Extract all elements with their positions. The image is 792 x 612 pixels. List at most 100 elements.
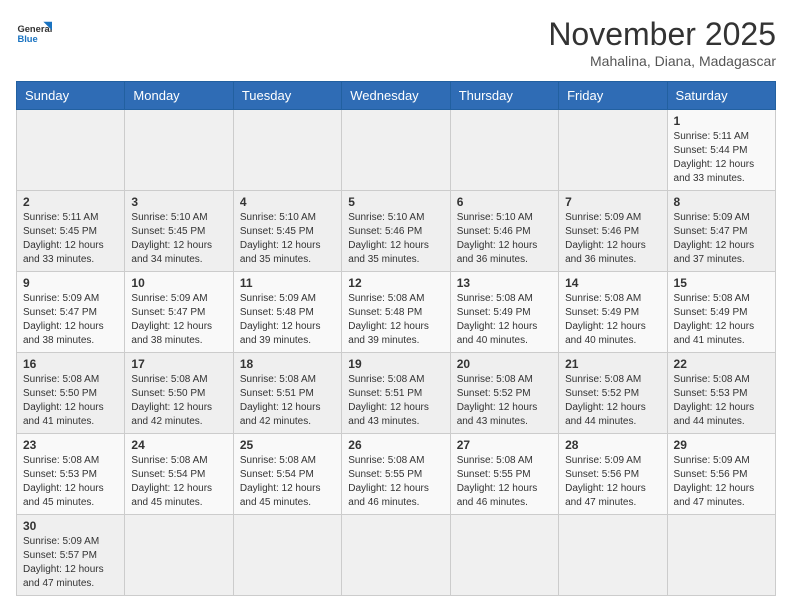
- day-number: 17: [131, 357, 226, 371]
- day-number: 26: [348, 438, 443, 452]
- weekday-header-thursday: Thursday: [450, 82, 558, 110]
- day-info: Sunrise: 5:11 AM Sunset: 5:44 PM Dayligh…: [674, 130, 769, 186]
- calendar-cell: 3Sunrise: 5:10 AM Sunset: 5:45 PM Daylig…: [125, 191, 233, 272]
- calendar-cell: [17, 110, 125, 191]
- day-info: Sunrise: 5:09 AM Sunset: 5:57 PM Dayligh…: [23, 535, 118, 591]
- calendar-cell: 28Sunrise: 5:09 AM Sunset: 5:56 PM Dayli…: [559, 434, 667, 515]
- calendar-cell: 10Sunrise: 5:09 AM Sunset: 5:47 PM Dayli…: [125, 272, 233, 353]
- day-number: 11: [240, 276, 335, 290]
- calendar-table: SundayMondayTuesdayWednesdayThursdayFrid…: [16, 81, 776, 596]
- calendar-cell: 5 Sunrise: 5:10 AM Sunset: 5:46 PM Daylig…: [342, 191, 450, 272]
- day-info: Sunrise: 5:08 AM Sunset: 5:52 PM Dayligh…: [565, 373, 660, 429]
- day-info: Sunrise: 5:08 AM Sunset: 5:53 PM Dayligh…: [23, 454, 118, 510]
- svg-text:General: General: [17, 24, 52, 34]
- calendar-cell: 26 Sunrise: 5:08 AM Sunset: 5:55 PM Dayli…: [342, 434, 450, 515]
- day-number: 25: [240, 438, 335, 452]
- day-info: Sunrise: 5:08 AM Sunset: 5:50 PM Dayligh…: [131, 373, 226, 429]
- logo-icon: General Blue: [16, 16, 52, 52]
- day-number: 5: [348, 195, 443, 209]
- day-info: Sunrise: 5:09 AM Sunset: 5:47 PM Dayligh…: [131, 292, 226, 348]
- day-info: Sunrise: 5:09 AM Sunset: 5:56 PM Dayligh…: [674, 454, 769, 510]
- day-info: Sunrise: 5:09 AM Sunset: 5:46 PM Dayligh…: [565, 211, 660, 267]
- calendar-cell: 16 Sunrise: 5:08 AM Sunset: 5:50 PM Dayli…: [17, 353, 125, 434]
- calendar-cell: 21Sunrise: 5:08 AM Sunset: 5:52 PM Dayli…: [559, 353, 667, 434]
- calendar-cell: 1 Sunrise: 5:11 AM Sunset: 5:44 PM Daylig…: [667, 110, 775, 191]
- calendar-cell: [450, 515, 558, 596]
- calendar-cell: [450, 110, 558, 191]
- day-number: 30: [23, 519, 118, 533]
- weekday-header-row: SundayMondayTuesdayWednesdayThursdayFrid…: [17, 82, 776, 110]
- calendar-week-row: 9 Sunrise: 5:09 AM Sunset: 5:47 PM Daylig…: [17, 272, 776, 353]
- calendar-cell: 12Sunrise: 5:08 AM Sunset: 5:48 PM Dayli…: [342, 272, 450, 353]
- day-info: Sunrise: 5:10 AM Sunset: 5:45 PM Dayligh…: [131, 211, 226, 267]
- weekday-header-friday: Friday: [559, 82, 667, 110]
- day-info: Sunrise: 5:08 AM Sunset: 5:49 PM Dayligh…: [674, 292, 769, 348]
- day-info: Sunrise: 5:10 AM Sunset: 5:46 PM Dayligh…: [348, 211, 443, 267]
- day-number: 29: [674, 438, 769, 452]
- day-number: 12: [348, 276, 443, 290]
- calendar-cell: [667, 515, 775, 596]
- calendar-cell: [233, 110, 341, 191]
- calendar-cell: 15Sunrise: 5:08 AM Sunset: 5:49 PM Dayli…: [667, 272, 775, 353]
- weekday-header-tuesday: Tuesday: [233, 82, 341, 110]
- day-info: Sunrise: 5:08 AM Sunset: 5:51 PM Dayligh…: [348, 373, 443, 429]
- calendar-cell: 25Sunrise: 5:08 AM Sunset: 5:54 PM Dayli…: [233, 434, 341, 515]
- day-info: Sunrise: 5:08 AM Sunset: 5:49 PM Dayligh…: [457, 292, 552, 348]
- calendar-cell: 30 Sunrise: 5:09 AM Sunset: 5:57 PM Dayli…: [17, 515, 125, 596]
- calendar-cell: 20Sunrise: 5:08 AM Sunset: 5:52 PM Dayli…: [450, 353, 558, 434]
- calendar-cell: 27Sunrise: 5:08 AM Sunset: 5:55 PM Dayli…: [450, 434, 558, 515]
- calendar-cell: 22 Sunrise: 5:08 AM Sunset: 5:53 PM Dayli…: [667, 353, 775, 434]
- day-info: Sunrise: 5:08 AM Sunset: 5:50 PM Dayligh…: [23, 373, 118, 429]
- day-info: Sunrise: 5:08 AM Sunset: 5:49 PM Dayligh…: [565, 292, 660, 348]
- logo: General Blue: [16, 16, 52, 52]
- calendar-cell: 19 Sunrise: 5:08 AM Sunset: 5:51 PM Dayli…: [342, 353, 450, 434]
- day-number: 23: [23, 438, 118, 452]
- calendar-week-row: 30 Sunrise: 5:09 AM Sunset: 5:57 PM Dayli…: [17, 515, 776, 596]
- calendar-cell: 24Sunrise: 5:08 AM Sunset: 5:54 PM Dayli…: [125, 434, 233, 515]
- calendar-cell: 23 Sunrise: 5:08 AM Sunset: 5:53 PM Dayli…: [17, 434, 125, 515]
- calendar-cell: 2 Sunrise: 5:11 AM Sunset: 5:45 PM Daylig…: [17, 191, 125, 272]
- day-number: 19: [348, 357, 443, 371]
- calendar-cell: 18 Sunrise: 5:08 AM Sunset: 5:51 PM Dayli…: [233, 353, 341, 434]
- day-info: Sunrise: 5:08 AM Sunset: 5:55 PM Dayligh…: [348, 454, 443, 510]
- day-number: 18: [240, 357, 335, 371]
- day-info: Sunrise: 5:08 AM Sunset: 5:54 PM Dayligh…: [131, 454, 226, 510]
- weekday-header-saturday: Saturday: [667, 82, 775, 110]
- calendar-cell: 8Sunrise: 5:09 AM Sunset: 5:47 PM Daylig…: [667, 191, 775, 272]
- day-number: 14: [565, 276, 660, 290]
- day-info: Sunrise: 5:08 AM Sunset: 5:51 PM Dayligh…: [240, 373, 335, 429]
- day-info: Sunrise: 5:11 AM Sunset: 5:45 PM Dayligh…: [23, 211, 118, 267]
- day-number: 1: [674, 114, 769, 128]
- weekday-header-wednesday: Wednesday: [342, 82, 450, 110]
- day-info: Sunrise: 5:09 AM Sunset: 5:47 PM Dayligh…: [23, 292, 118, 348]
- day-number: 9: [23, 276, 118, 290]
- day-number: 13: [457, 276, 552, 290]
- day-info: Sunrise: 5:08 AM Sunset: 5:53 PM Dayligh…: [674, 373, 769, 429]
- day-number: 20: [457, 357, 552, 371]
- svg-text:Blue: Blue: [17, 34, 37, 44]
- day-number: 22: [674, 357, 769, 371]
- calendar-cell: [559, 515, 667, 596]
- day-number: 28: [565, 438, 660, 452]
- day-number: 4: [240, 195, 335, 209]
- day-number: 16: [23, 357, 118, 371]
- header: General Blue November 2025 Mahalina, Dia…: [16, 16, 776, 69]
- calendar-week-row: 23 Sunrise: 5:08 AM Sunset: 5:53 PM Dayli…: [17, 434, 776, 515]
- calendar-cell: [559, 110, 667, 191]
- day-info: Sunrise: 5:09 AM Sunset: 5:48 PM Dayligh…: [240, 292, 335, 348]
- day-info: Sunrise: 5:09 AM Sunset: 5:47 PM Dayligh…: [674, 211, 769, 267]
- calendar-week-row: 2 Sunrise: 5:11 AM Sunset: 5:45 PM Daylig…: [17, 191, 776, 272]
- day-number: 2: [23, 195, 118, 209]
- calendar-cell: [233, 515, 341, 596]
- month-title: November 2025: [548, 16, 776, 53]
- location-subtitle: Mahalina, Diana, Madagascar: [548, 53, 776, 69]
- day-info: Sunrise: 5:10 AM Sunset: 5:46 PM Dayligh…: [457, 211, 552, 267]
- weekday-header-sunday: Sunday: [17, 82, 125, 110]
- calendar-cell: 29 Sunrise: 5:09 AM Sunset: 5:56 PM Dayli…: [667, 434, 775, 515]
- calendar-cell: 17 Sunrise: 5:08 AM Sunset: 5:50 PM Dayli…: [125, 353, 233, 434]
- calendar-cell: 11 Sunrise: 5:09 AM Sunset: 5:48 PM Dayli…: [233, 272, 341, 353]
- title-area: November 2025 Mahalina, Diana, Madagasca…: [548, 16, 776, 69]
- calendar-cell: 14 Sunrise: 5:08 AM Sunset: 5:49 PM Dayli…: [559, 272, 667, 353]
- day-info: Sunrise: 5:10 AM Sunset: 5:45 PM Dayligh…: [240, 211, 335, 267]
- calendar-cell: [125, 110, 233, 191]
